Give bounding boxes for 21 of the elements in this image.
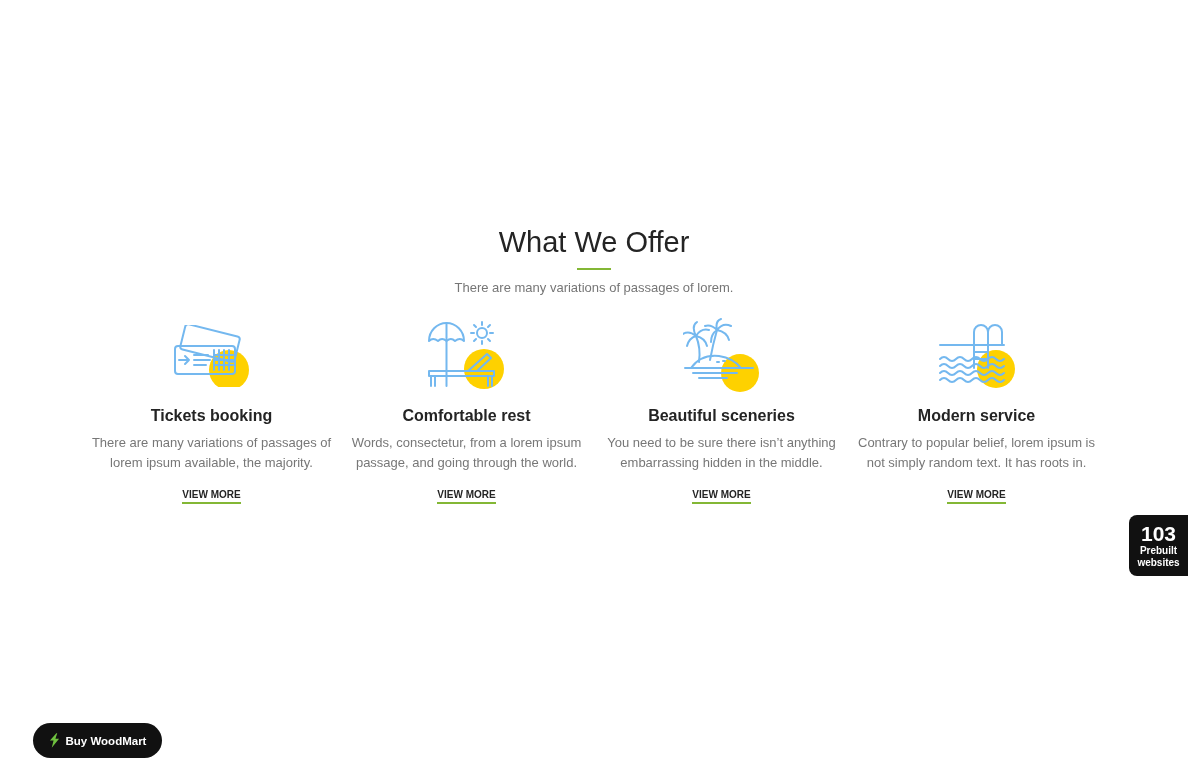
buy-button[interactable]: Buy WoodMart [33, 723, 162, 758]
service-title: Beautiful sceneries [648, 406, 795, 426]
prebuilt-websites-badge[interactable]: 103 Prebuilt websites [1129, 515, 1188, 576]
service-description: Contrary to popular belief, lorem ipsum is not simply random text. It has roots in. [857, 434, 1096, 472]
palm-island-icon [682, 318, 761, 394]
pool-ladder-icon [937, 322, 1016, 390]
lightning-icon [48, 733, 60, 748]
service-title: Tickets booking [150, 406, 273, 426]
view-more-link[interactable]: VIEW MORE [437, 488, 496, 504]
service-title: Modern service [917, 406, 1036, 426]
service-description: There are many variations of passages of lorem ipsum available, the majority. [90, 434, 333, 472]
service-title: Comfortable rest [402, 406, 531, 426]
section-title: What We Offer [498, 225, 690, 260]
view-more-link[interactable]: VIEW MORE [692, 488, 751, 504]
tickets-icon [173, 325, 250, 387]
beach-lounger-icon [427, 320, 506, 392]
service-description: You need to be sure there isn’t anything embarrassing hidden in the middle. [606, 434, 837, 472]
service-description: Words, consectetur, from a lorem ipsum passage, and going through the world. [350, 434, 583, 472]
section-subtitle: There are many variations of passages of lorem. [454, 280, 734, 296]
view-more-link[interactable]: VIEW MORE [182, 488, 241, 504]
view-more-link[interactable]: VIEW MORE [947, 488, 1006, 504]
